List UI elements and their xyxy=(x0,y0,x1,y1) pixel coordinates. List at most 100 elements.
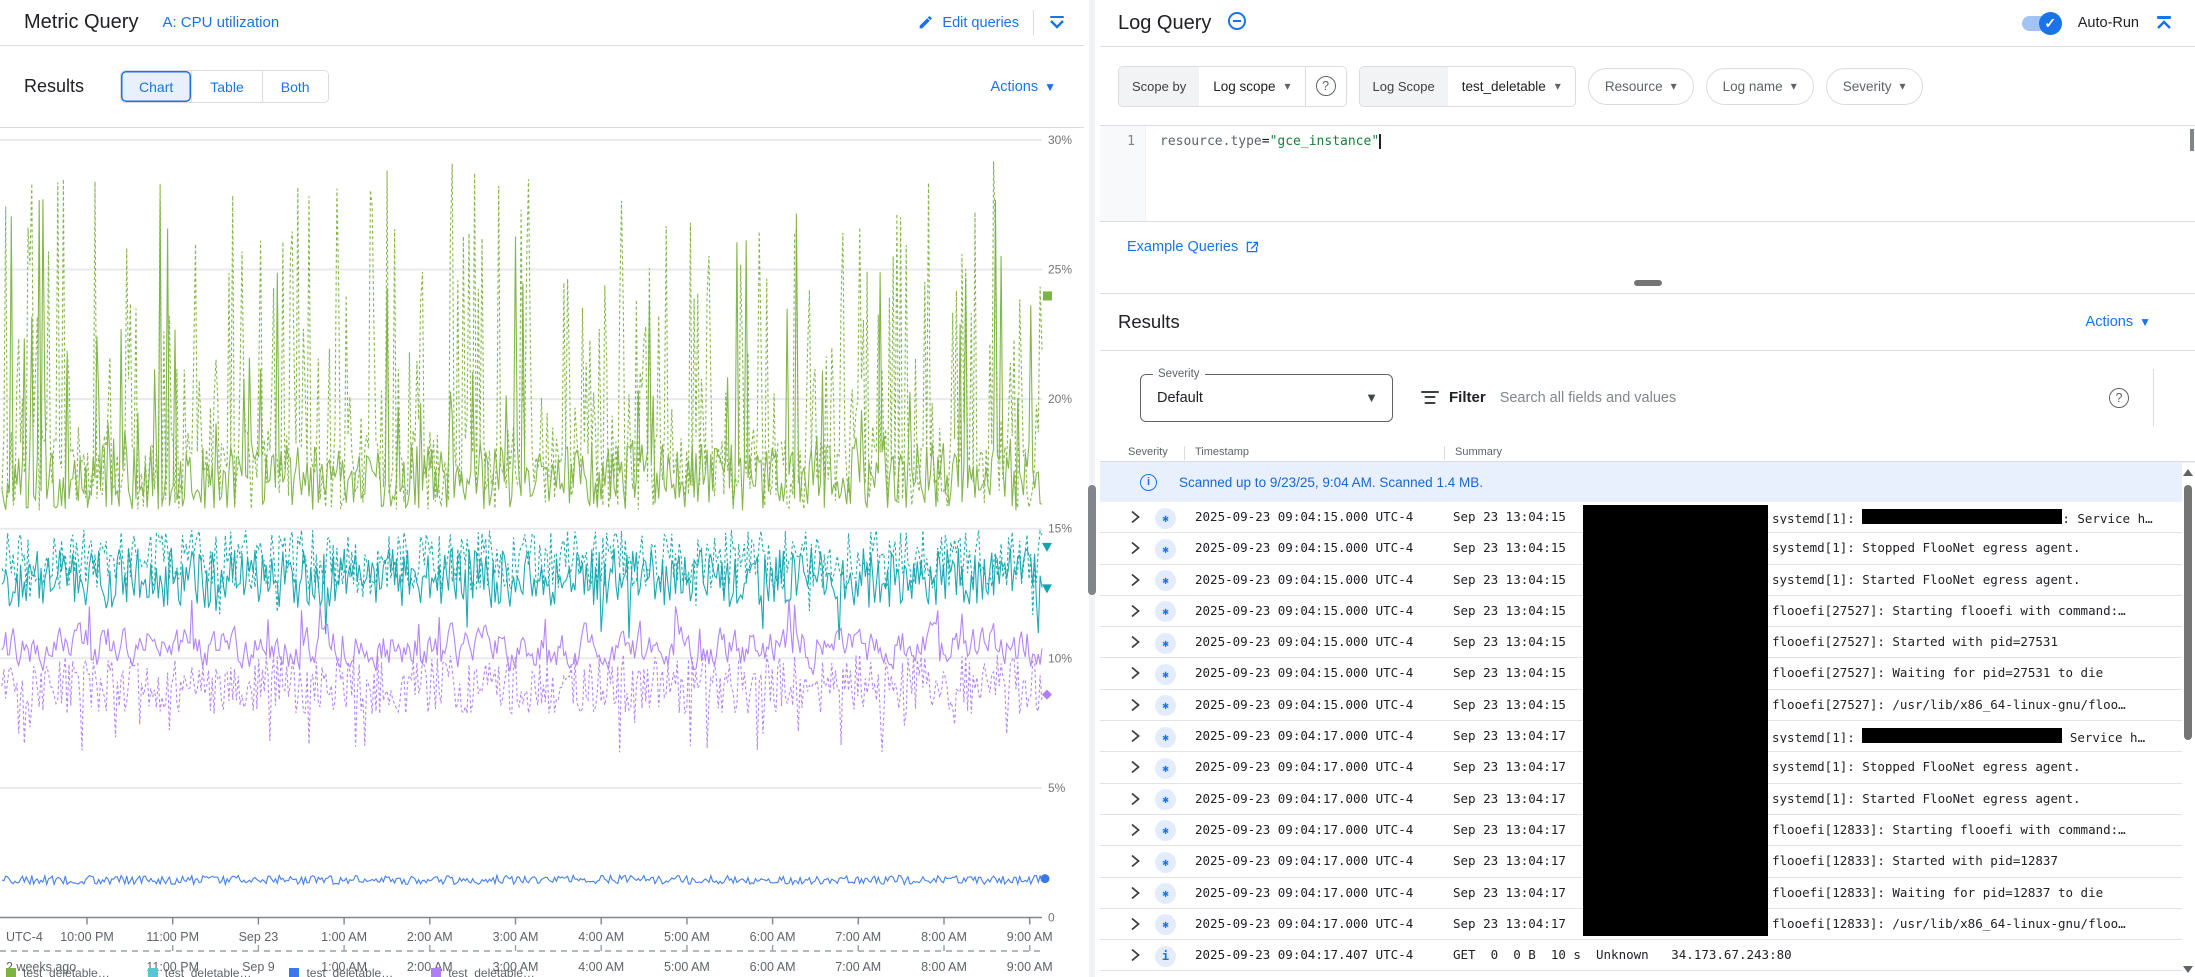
severity-default-icon: ✱ xyxy=(1155,852,1176,873)
expand-chevron-icon[interactable] xyxy=(1130,760,1141,777)
log-summary-message: flooefi[27527]: /usr/lib/x86_64-linux-gn… xyxy=(1772,697,2126,712)
expand-chevron-icon[interactable] xyxy=(1130,917,1141,934)
split-drag-handle[interactable] xyxy=(1088,485,1096,595)
svg-text:15%: 15% xyxy=(1048,522,1072,536)
code-field: resource.type xyxy=(1160,134,1262,149)
auto-run-toggle[interactable]: ✓ xyxy=(2022,12,2062,34)
log-summary-message: flooefi[12833]: Started with pid=12837 xyxy=(1772,853,2058,868)
log-table-header: Severity Timestamp Summary xyxy=(1100,444,2195,462)
log-timestamp: 2025-09-23 09:04:15.000 UTC-4 xyxy=(1195,572,1413,587)
log-timestamp: 2025-09-23 09:04:15.000 UTC-4 xyxy=(1195,634,1413,649)
expand-chevron-icon[interactable] xyxy=(1130,541,1141,558)
log-query-editor[interactable]: 1 resource.type="gce_instance" xyxy=(1100,125,2195,222)
expand-chevron-icon[interactable] xyxy=(1130,823,1141,840)
expand-chevron-icon[interactable] xyxy=(1130,510,1141,527)
cpu-utilization-chart[interactable]: 30%25%20%15%10%5%0UTC-410:00 PM11:00 PMS… xyxy=(0,129,1084,977)
legend-label: test_deletable… xyxy=(165,966,252,977)
log-summary-message: systemd[1]: Stopped FlooNet egress agent… xyxy=(1772,759,2081,774)
example-queries-link[interactable]: Example Queries xyxy=(1127,239,1259,255)
log-row[interactable]: i2025-09-23 09:04:17.407 UTC-4GET 0 0 B … xyxy=(1100,940,2195,971)
log-summary-prefix: Sep 23 13:04:15 xyxy=(1453,634,1566,649)
scrollbar-thumb[interactable] xyxy=(2184,485,2192,740)
log-summary: Sep 23 13:04:17flooefi[12833]: Starting … xyxy=(1453,822,2181,837)
svg-text:4:00 AM: 4:00 AM xyxy=(578,960,624,974)
collapse-metric-panel-icon[interactable] xyxy=(1048,14,1066,32)
log-results-scrollbar[interactable] xyxy=(2182,463,2195,977)
code-operator: = xyxy=(1262,134,1270,149)
link-icon[interactable] xyxy=(1227,11,1247,36)
results-drag-handle[interactable] xyxy=(1634,280,1662,286)
chart-legend: test_deletable… test_deletable… test_delet… xyxy=(6,966,535,977)
log-name-filter-pill[interactable]: Log name ▾ xyxy=(1706,68,1814,105)
legend-item[interactable]: test_deletable… xyxy=(431,966,535,977)
editor-scrollbar-thumb[interactable] xyxy=(2190,129,2194,151)
expand-chevron-icon[interactable] xyxy=(1130,792,1141,809)
legend-item[interactable]: test_deletable… xyxy=(148,966,252,977)
log-name-pill-label: Log name xyxy=(1723,79,1783,94)
collapse-log-panel-icon[interactable] xyxy=(2155,14,2173,32)
log-actions-label: Actions xyxy=(2086,314,2134,330)
log-timestamp: 2025-09-23 09:04:17.000 UTC-4 xyxy=(1195,759,1413,774)
severity-default-icon: ✱ xyxy=(1155,727,1176,748)
severity-default-icon: ✱ xyxy=(1155,664,1176,685)
tab-both[interactable]: Both xyxy=(262,71,328,102)
svg-text:Sep 23: Sep 23 xyxy=(239,930,279,944)
legend-label: test_deletable… xyxy=(448,966,535,977)
legend-swatch xyxy=(6,968,16,977)
metric-query-a-link[interactable]: A: CPU utilization xyxy=(162,14,279,31)
editor-code-line[interactable]: resource.type="gce_instance" xyxy=(1146,126,1381,221)
caret-down-icon: ▾ xyxy=(1900,80,1906,92)
expand-chevron-icon[interactable] xyxy=(1130,604,1141,621)
log-summary: Sep 23 13:04:17systemd[1]: Started FlooN… xyxy=(1453,791,2181,806)
log-search-input[interactable] xyxy=(1500,390,2195,406)
redaction-box xyxy=(1862,509,2062,524)
log-summary: Sep 23 13:04:17flooefi[12833]: Waiting f… xyxy=(1453,885,2181,900)
log-summary-message: flooefi[27527]: Waiting for pid=27531 to… xyxy=(1772,665,2103,680)
scope-help-button[interactable]: ? xyxy=(1305,67,1346,106)
legend-item[interactable]: test_deletable… xyxy=(289,966,393,977)
expand-chevron-icon[interactable] xyxy=(1130,666,1141,683)
log-actions-dropdown[interactable]: Actions ▼ xyxy=(2086,314,2151,330)
expand-chevron-icon[interactable] xyxy=(1130,729,1141,746)
expand-chevron-icon[interactable] xyxy=(1130,854,1141,871)
svg-text:30%: 30% xyxy=(1048,133,1072,147)
expand-chevron-icon[interactable] xyxy=(1130,635,1141,652)
log-summary-message: flooefi[12833]: Waiting for pid=12837 to… xyxy=(1772,885,2103,900)
scroll-up-arrow[interactable] xyxy=(2183,469,2193,476)
expand-chevron-icon[interactable] xyxy=(1130,886,1141,903)
tab-table[interactable]: Table xyxy=(191,71,261,102)
svg-text:UTC-4: UTC-4 xyxy=(6,930,43,944)
svg-text:3:00 AM: 3:00 AM xyxy=(493,930,539,944)
redaction-box xyxy=(1862,728,2062,743)
col-summary: Summary xyxy=(1455,446,1502,458)
log-row-partial[interactable]: i xyxy=(1100,971,2195,977)
log-summary-message: systemd[1]: Service h… xyxy=(1772,728,2145,743)
column-separator xyxy=(1444,446,1445,460)
expand-chevron-icon[interactable] xyxy=(1130,698,1141,715)
svg-text:6:00 AM: 6:00 AM xyxy=(750,930,796,944)
legend-item[interactable]: test_deletable… xyxy=(6,966,110,977)
log-query-header: Log Query ✓ Auto-Run xyxy=(1100,0,2195,47)
edit-queries-button[interactable]: Edit queries xyxy=(917,14,1019,31)
svg-text:11:00 PM: 11:00 PM xyxy=(146,930,199,944)
log-summary: Sep 23 13:04:17flooefi[12833]: Started w… xyxy=(1453,853,2181,868)
severity-filter-pill[interactable]: Severity ▾ xyxy=(1826,68,1923,105)
resource-filter-pill[interactable]: Resource ▾ xyxy=(1588,68,1694,105)
tab-chart[interactable]: Chart xyxy=(121,71,191,102)
scope-by-dropdown[interactable]: Log scope ▾ xyxy=(1199,67,1304,106)
scroll-down-arrow[interactable] xyxy=(2183,966,2193,973)
metric-actions-dropdown[interactable]: Actions ▼ xyxy=(991,79,1056,95)
log-scope-label: Log Scope xyxy=(1360,67,1448,106)
open-in-new-icon xyxy=(1245,240,1259,254)
expand-chevron-icon[interactable] xyxy=(1130,573,1141,590)
expand-chevron-icon[interactable] xyxy=(1130,948,1141,965)
log-summary-prefix: Sep 23 13:04:15 xyxy=(1453,697,1566,712)
legend-label: test_deletable… xyxy=(23,966,110,977)
filter-help-icon[interactable]: ? xyxy=(2109,388,2129,408)
log-summary-prefix: Sep 23 13:04:15 xyxy=(1453,603,1566,618)
severity-default-icon: ✱ xyxy=(1155,820,1176,841)
severity-select[interactable]: Severity Default ▼ xyxy=(1140,374,1393,422)
svg-text:0: 0 xyxy=(1048,911,1055,925)
log-scope-dropdown[interactable]: test_deletable ▾ xyxy=(1448,67,1575,106)
log-summary-prefix: Sep 23 13:04:17 xyxy=(1453,728,1566,743)
